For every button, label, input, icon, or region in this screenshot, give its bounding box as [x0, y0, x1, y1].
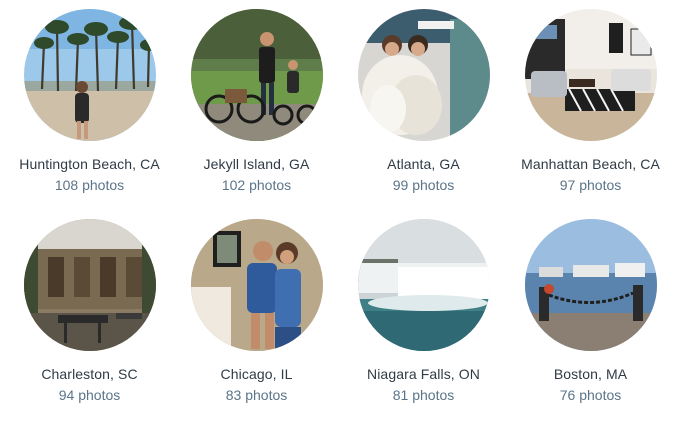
photo-count: 94 photos	[58, 387, 121, 403]
beach-palm-trees-photo[interactable]	[23, 9, 156, 141]
place-card-boston[interactable]: Boston, MA 76 photos	[507, 210, 674, 420]
photo-count: 83 photos	[225, 387, 288, 403]
living-room-photo[interactable]	[524, 9, 657, 141]
place-card-charleston[interactable]: Charleston, SC 94 photos	[6, 210, 173, 420]
place-name[interactable]: Chicago, IL	[221, 366, 293, 382]
place-name[interactable]: Atlanta, GA	[387, 156, 460, 172]
place-card-niagara-falls[interactable]: Niagara Falls, ON 81 photos	[340, 210, 507, 420]
place-name[interactable]: Jekyll Island, GA	[204, 156, 310, 172]
photo-count: 108 photos	[54, 177, 125, 193]
place-card-huntington-beach[interactable]: Huntington Beach, CA 108 photos	[6, 0, 173, 210]
place-card-atlanta[interactable]: Atlanta, GA 99 photos	[340, 0, 507, 210]
family-bikes-photo[interactable]	[190, 9, 323, 141]
places-grid: Huntington Beach, CA 108 photos Jekyll I…	[0, 0, 680, 421]
place-name[interactable]: Boston, MA	[554, 366, 627, 382]
place-name[interactable]: Charleston, SC	[41, 366, 137, 382]
photo-count: 99 photos	[392, 177, 455, 193]
courtyard-photo[interactable]	[23, 219, 156, 351]
fur-display-photo[interactable]	[357, 9, 490, 141]
place-card-manhattan-beach[interactable]: Manhattan Beach, CA 97 photos	[507, 0, 674, 210]
couple-selfie-photo[interactable]	[190, 219, 323, 351]
place-card-chicago[interactable]: Chicago, IL 83 photos	[173, 210, 340, 420]
place-name[interactable]: Manhattan Beach, CA	[521, 156, 660, 172]
place-card-jekyll-island[interactable]: Jekyll Island, GA 102 photos	[173, 0, 340, 210]
place-name[interactable]: Huntington Beach, CA	[19, 156, 160, 172]
waterfall-photo[interactable]	[357, 219, 490, 351]
harbor-chain-photo[interactable]	[524, 219, 657, 351]
photo-count: 81 photos	[392, 387, 455, 403]
photo-count: 97 photos	[559, 177, 622, 193]
photo-count: 102 photos	[221, 177, 292, 193]
photo-count: 76 photos	[559, 387, 622, 403]
place-name[interactable]: Niagara Falls, ON	[367, 366, 480, 382]
